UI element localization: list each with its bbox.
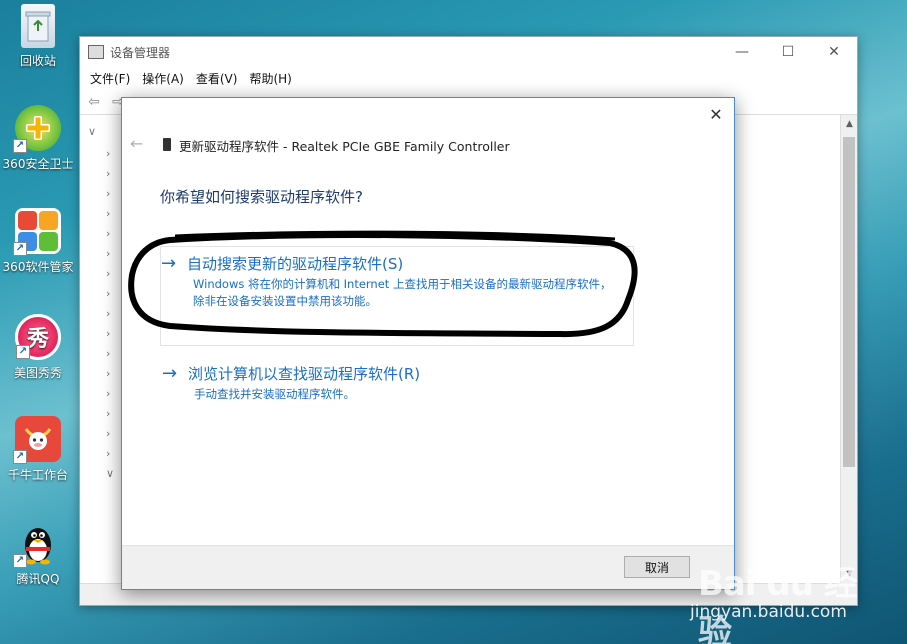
desktop-icon-360-security[interactable]: ↗ 360安全卫士 — [0, 105, 76, 172]
tree-expand-icon[interactable]: › — [106, 447, 110, 460]
recycle-bin-icon — [21, 4, 55, 48]
desktop-icon-label: 回收站 — [19, 54, 56, 68]
menu-action[interactable]: 操作(A) — [136, 70, 190, 87]
option-auto-search-title: 自动搜索更新的驱动程序软件(S) — [187, 255, 404, 273]
qianniu-icon: ↗ — [13, 416, 61, 464]
tree-expand-icon[interactable]: › — [106, 427, 110, 440]
baidu-jingyan-watermark: Bai du 经验 jingyan.baidu.com — [690, 548, 870, 644]
option-auto-search[interactable]: → 自动搜索更新的驱动程序软件(S) Windows 将在你的计算机和 Inte… — [160, 246, 634, 346]
menu-view[interactable]: 查看(V) — [190, 70, 244, 87]
right-arrow-icon: → — [162, 363, 178, 384]
desktop-icon-label: 腾讯QQ — [16, 572, 60, 586]
option-auto-search-description: Windows 将在你的计算机和 Internet 上查找用于相关设备的最新驱动… — [193, 277, 612, 308]
device-manager-title: 设备管理器 — [110, 45, 171, 60]
desktop-icon-label: 360安全卫士 — [2, 157, 74, 171]
desktop-icon-label: 360软件管家 — [2, 260, 74, 274]
shortcut-arrow-icon: ↗ — [13, 139, 27, 153]
watermark-logo: Bai du 经验 — [698, 564, 858, 644]
tree-collapse-icon[interactable]: ∨ — [88, 125, 96, 138]
tree-expand-icon[interactable]: › — [106, 227, 110, 240]
desktop-icon-qq[interactable]: ↗ 腾讯QQ — [0, 520, 76, 587]
dialog-question: 你希望如何搜索驱动程序软件? — [160, 188, 363, 206]
network-device-icon — [163, 138, 171, 151]
desktop-icon-360-software-manager[interactable]: ↗ 360软件管家 — [0, 208, 76, 275]
maximize-button[interactable]: ☐ — [765, 37, 811, 67]
dialog-title: 更新驱动程序软件 - Realtek PCIe GBE Family Contr… — [179, 139, 510, 154]
shortcut-arrow-icon: ↗ — [16, 345, 30, 359]
desktop-icon-qianniu[interactable]: ↗ 千牛工作台 — [0, 416, 76, 483]
device-manager-titlebar[interactable]: 设备管理器 — ☐ ✕ — [80, 37, 857, 67]
scrollbar-thumb[interactable] — [843, 137, 855, 467]
device-manager-app-icon — [88, 45, 104, 59]
tree-expand-icon[interactable]: › — [106, 267, 110, 280]
shortcut-arrow-icon: ↗ — [13, 554, 27, 568]
desktop-icon-label: 千牛工作台 — [7, 468, 68, 482]
tree-expand-icon[interactable]: › — [106, 387, 110, 400]
dialog-footer: 取消 — [122, 545, 734, 589]
desktop-icon-recycle-bin[interactable]: 回收站 — [0, 4, 76, 69]
dialog-close-button[interactable]: ✕ — [704, 102, 728, 126]
shortcut-arrow-icon: ↗ — [13, 450, 27, 464]
tree-expand-icon[interactable]: › — [106, 187, 110, 200]
tree-expand-icon[interactable]: › — [106, 307, 110, 320]
option-browse-computer[interactable]: → 浏览计算机以查找驱动程序软件(R) 手动查找并安装驱动程序软件。 — [162, 363, 632, 403]
device-manager-menubar: 文件(F) 操作(A) 查看(V) 帮助(H) — [80, 67, 857, 89]
vertical-scrollbar[interactable]: ▲ ▼ — [840, 115, 857, 583]
option-browse-description: 手动查找并安装驱动程序软件。 — [194, 387, 355, 401]
360-security-icon: ↗ — [13, 105, 61, 153]
tree-expand-icon[interactable]: › — [106, 287, 110, 300]
tree-expand-icon[interactable]: › — [106, 407, 110, 420]
desktop-icon-label: 美图秀秀 — [13, 366, 62, 380]
tree-expand-icon[interactable]: › — [106, 147, 110, 160]
menu-help[interactable]: 帮助(H) — [243, 70, 297, 87]
update-driver-dialog: ✕ ← 更新驱动程序软件 - Realtek PCIe GBE Family C… — [121, 97, 735, 590]
close-button[interactable]: ✕ — [811, 37, 857, 67]
meitu-icon: 秀 ↗ — [15, 314, 61, 360]
tree-expand-icon[interactable]: › — [106, 167, 110, 180]
desktop-icon-meitu[interactable]: 秀 ↗ 美图秀秀 — [0, 314, 76, 381]
minimize-button[interactable]: — — [719, 37, 765, 67]
back-arrow-icon[interactable]: ← — [130, 134, 143, 153]
right-arrow-icon: → — [161, 253, 177, 274]
tree-expand-icon[interactable]: › — [106, 247, 110, 260]
360-software-manager-icon: ↗ — [13, 208, 61, 256]
cancel-button[interactable]: 取消 — [624, 556, 690, 578]
shortcut-arrow-icon: ↗ — [13, 242, 27, 256]
tree-collapse-icon[interactable]: ∨ — [106, 467, 114, 480]
tree-expand-icon[interactable]: › — [106, 367, 110, 380]
back-arrow-icon[interactable]: ⇦ — [84, 93, 104, 111]
scroll-up-icon[interactable]: ▲ — [841, 119, 858, 129]
tree-expand-icon[interactable]: › — [106, 347, 110, 360]
tree-expand-icon[interactable]: › — [106, 327, 110, 340]
menu-file[interactable]: 文件(F) — [84, 70, 136, 87]
option-browse-title: 浏览计算机以查找驱动程序软件(R) — [188, 365, 421, 383]
watermark-url: jingyan.baidu.com — [690, 602, 847, 622]
tree-expand-icon[interactable]: › — [106, 207, 110, 220]
qq-penguin-icon: ↗ — [13, 520, 61, 568]
